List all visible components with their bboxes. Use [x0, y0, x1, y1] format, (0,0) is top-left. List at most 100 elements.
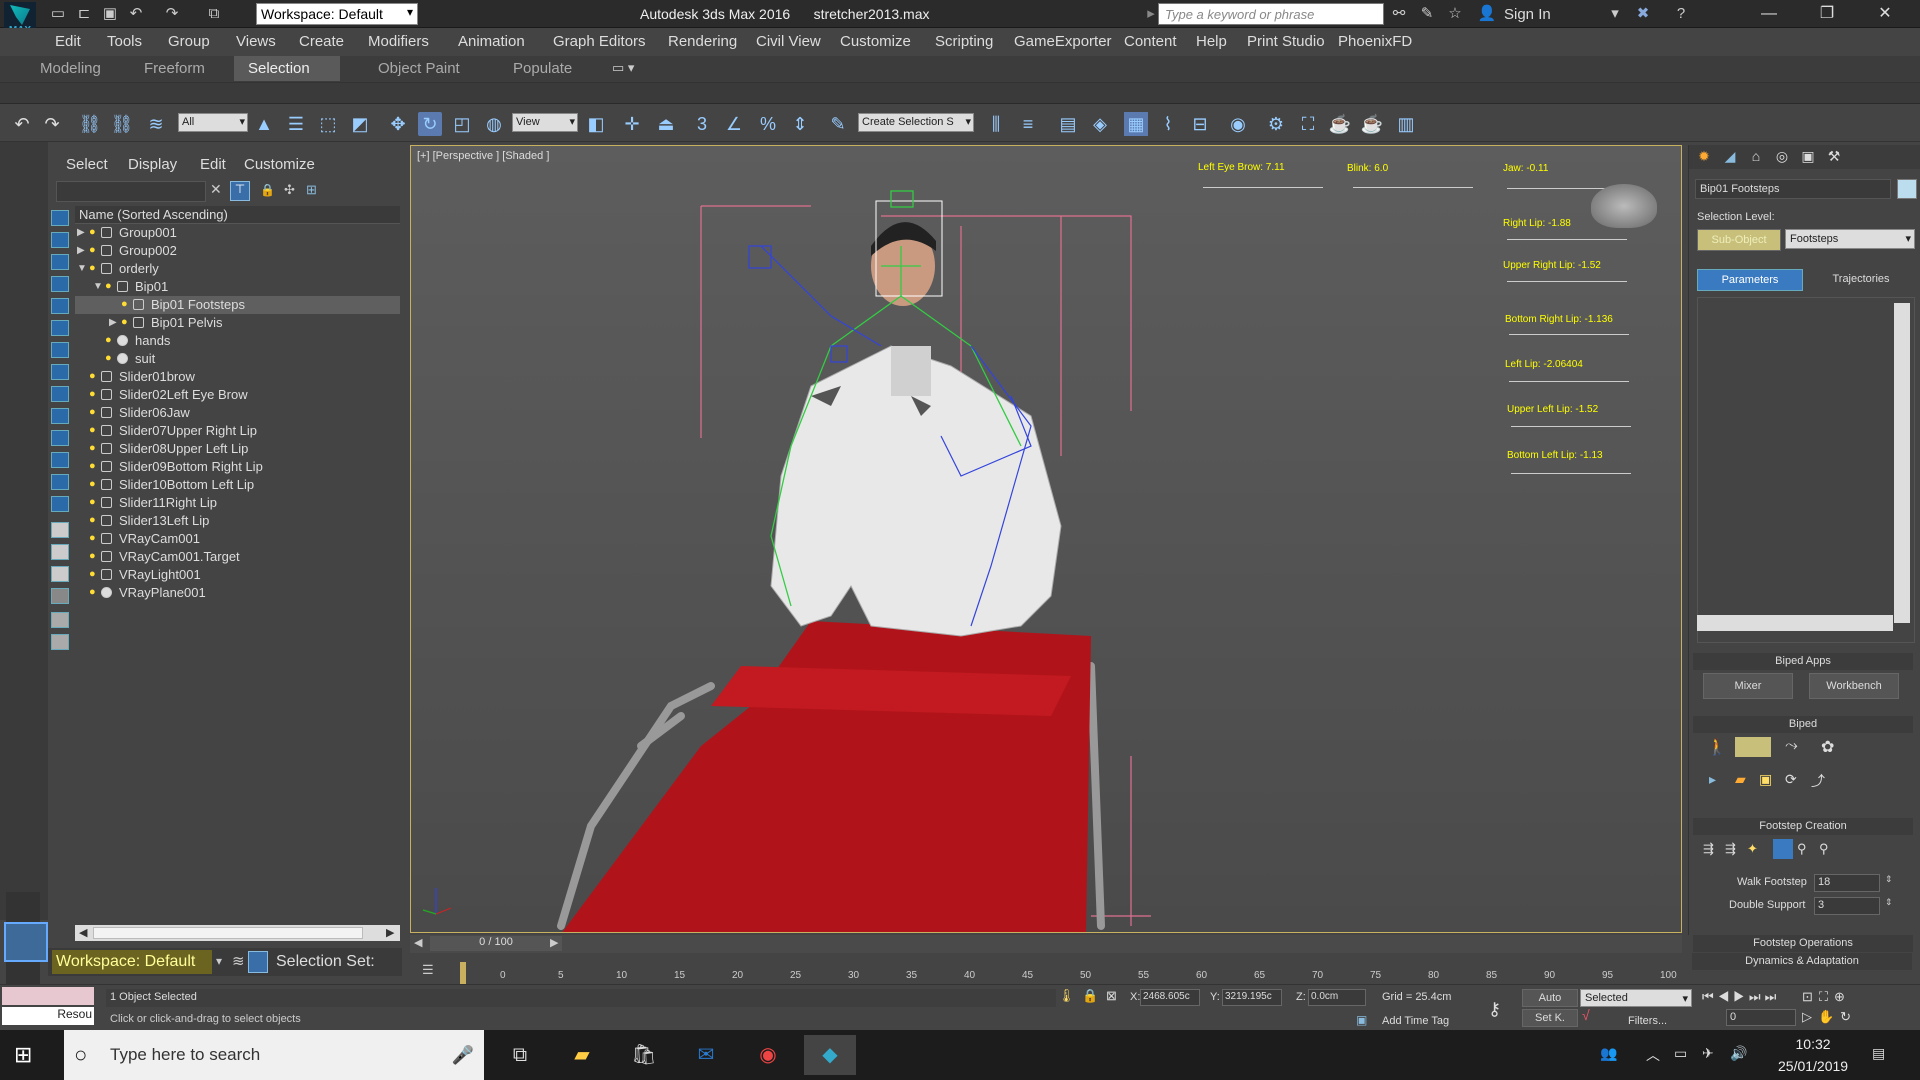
space-warps-filter-icon[interactable] — [51, 386, 69, 402]
scene-list-item[interactable]: ▼ ● orderly — [75, 260, 400, 278]
network-icon[interactable]: ✈ — [1702, 1045, 1714, 1062]
set-key-icon[interactable]: ⚷ — [1488, 999, 1501, 1020]
perspective-viewport[interactable]: [+] [Perspective ] [Shaded ] Left Eye Br… — [410, 145, 1682, 933]
pivot-point-center-icon[interactable]: ◧ — [584, 112, 608, 136]
link-icon[interactable]: ⛓ — [78, 112, 102, 136]
visibility-bulb-icon[interactable]: ● — [89, 406, 97, 418]
layer-explorer-icon[interactable]: ▤ — [1056, 112, 1080, 136]
curve-editor-icon[interactable]: ⌇ — [1156, 112, 1180, 136]
scene-list-item[interactable]: ▼ ● Bip01 — [75, 278, 400, 296]
find-filter-icon[interactable] — [51, 588, 69, 604]
move-all-icon[interactable]: ⤴ — [1811, 771, 1825, 791]
dynamics-adaptation-rollout[interactable]: Dynamics & Adaptation — [1692, 953, 1912, 970]
filter-toggle-icon[interactable]: ⊤ — [230, 181, 250, 201]
current-frame-input[interactable]: 0 — [1726, 1009, 1796, 1026]
ribbon-tab-populate[interactable]: Populate — [499, 56, 586, 81]
workbench-button[interactable]: Workbench — [1809, 673, 1899, 699]
undo-icon[interactable]: ↶ — [126, 4, 146, 24]
menu-group[interactable]: Group — [168, 33, 210, 50]
scene-horizontal-scrollbar[interactable]: ◀ ▶ — [75, 925, 400, 941]
minimize-button[interactable]: — — [1746, 0, 1792, 28]
mini-curve-editor-icon[interactable]: ☰ — [422, 962, 434, 978]
select-by-name-icon[interactable]: ☰ — [284, 112, 308, 136]
expand-toggle-icon[interactable]: ▼ — [93, 278, 103, 296]
xrefs-filter-icon[interactable] — [51, 430, 69, 446]
groups-filter-icon[interactable] — [51, 408, 69, 424]
scene-menu-customize[interactable]: Customize — [244, 156, 315, 173]
display-tab-icon[interactable]: ▣ — [1797, 148, 1819, 166]
menu-print-studio[interactable]: Print Studio — [1247, 33, 1325, 50]
mixer-button[interactable]: Mixer — [1703, 673, 1793, 699]
object-name-field[interactable]: Bip01 Footsteps — [1695, 179, 1891, 199]
select-manipulate-icon[interactable]: ✛ — [620, 112, 644, 136]
scroll-left-icon[interactable]: ◀ — [79, 926, 87, 939]
double-support-input[interactable]: 3 — [1814, 897, 1880, 915]
absolute-mode-icon[interactable]: ⊠ — [1106, 988, 1117, 1004]
scene-list-item[interactable]: ● Slider11Right Lip — [75, 494, 400, 512]
walk-footstep-spinner[interactable]: ⇕ — [1885, 874, 1893, 885]
hierarchy-tab-icon[interactable]: ⌂ — [1745, 148, 1767, 166]
scene-list-item[interactable]: ● Slider10Bottom Left Lip — [75, 476, 400, 494]
viewport-pan-orbit-controls[interactable]: ▷✋↻ — [1802, 1009, 1857, 1025]
scene-list-item[interactable]: ▶ ● Group001 — [75, 224, 400, 242]
menu-modifiers[interactable]: Modifiers — [368, 33, 429, 50]
convert-icon[interactable]: ⟳ — [1785, 771, 1797, 788]
motion-flow-mode-icon[interactable]: ⤳ — [1785, 737, 1798, 755]
scene-menu-edit[interactable]: Edit — [200, 156, 226, 173]
windows-start-icon[interactable]: ⊞ — [14, 1042, 32, 1068]
selection-lock-icon[interactable]: 🔒 — [1082, 988, 1098, 1004]
scene-list-item[interactable]: ● Slider07Upper Right Lip — [75, 422, 400, 440]
menu-gameexporter[interactable]: GameExporter — [1014, 33, 1112, 50]
outlook-icon[interactable]: ✉ — [680, 1035, 732, 1075]
slider-bottom-left-lip-track[interactable] — [1511, 473, 1631, 474]
double-support-spinner[interactable]: ⇕ — [1885, 897, 1893, 908]
visibility-bulb-icon[interactable]: ● — [89, 514, 97, 526]
keyboard-shortcut-toggle-icon[interactable]: ⏏ — [654, 112, 678, 136]
menu-create[interactable]: Create — [299, 33, 344, 50]
scene-list-item[interactable]: ● Slider08Upper Left Lip — [75, 440, 400, 458]
live-filter-icon[interactable] — [51, 566, 69, 582]
motion-tab-icon[interactable]: ◎ — [1771, 148, 1793, 166]
frozen-filter-icon[interactable] — [51, 496, 69, 512]
parameters-vertical-scrollbar[interactable] — [1894, 303, 1910, 623]
scene-list-item[interactable]: ● Slider09Bottom Right Lip — [75, 458, 400, 476]
visibility-bulb-icon[interactable]: ● — [89, 442, 97, 454]
scene-list-item[interactable]: ▶ ● Group002 — [75, 242, 400, 260]
workspace-selector[interactable]: Workspace: Default — [52, 950, 212, 974]
walk-footstep-input[interactable]: 18 — [1814, 874, 1880, 892]
battery-icon[interactable]: ▭ — [1674, 1045, 1687, 1062]
action-center-icon[interactable]: ▤ — [1872, 1045, 1885, 1062]
lock-icon[interactable]: 🔒 — [260, 183, 275, 197]
object-color-swatch[interactable] — [1897, 179, 1917, 199]
visibility-bulb-icon[interactable]: ● — [89, 550, 97, 562]
hidden-filter-icon[interactable] — [51, 522, 69, 538]
ribbon-tab-object-paint[interactable]: Object Paint — [364, 56, 474, 81]
display-all-icon[interactable] — [51, 232, 69, 248]
last-result-icon[interactable] — [51, 544, 69, 560]
auto-key-button[interactable]: Auto — [1522, 989, 1578, 1007]
parameters-horizontal-scrollbar[interactable] — [1697, 615, 1893, 631]
visibility-bulb-icon[interactable]: ● — [89, 424, 97, 436]
help-icon[interactable]: ? — [1670, 4, 1692, 24]
y-coord-input[interactable]: 3219.195c — [1222, 989, 1282, 1006]
taskbar-search-input[interactable]: ○ Type here to search 🎤 — [64, 1030, 484, 1080]
ribbon-tab-modeling[interactable]: Modeling — [26, 56, 115, 81]
chrome-icon[interactable]: ◉ — [742, 1035, 794, 1075]
expand-toggle-icon[interactable]: ▶ — [109, 314, 117, 332]
new-file-icon[interactable]: ▭ — [48, 4, 68, 24]
selection-filter-dropdown[interactable]: All — [178, 113, 248, 132]
menu-graph-editors[interactable]: Graph Editors — [553, 33, 646, 50]
select-scale-icon[interactable]: ◰ — [450, 112, 474, 136]
redo-icon[interactable]: ↷ — [162, 4, 182, 24]
render-in-cloud-icon[interactable]: ▥ — [1394, 112, 1418, 136]
menu-scripting[interactable]: Scripting — [935, 33, 993, 50]
scrollbar-thumb[interactable] — [93, 927, 363, 939]
scene-list-item[interactable]: ● VRayCam001.Target — [75, 548, 400, 566]
bind-space-warp-icon[interactable]: ≋ — [144, 112, 168, 136]
slider-upper-left-lip-track[interactable] — [1511, 426, 1631, 427]
load-file-icon[interactable]: ▸ — [1709, 771, 1716, 788]
save-file-icon[interactable]: ▣ — [1759, 771, 1772, 788]
render-iterative-icon[interactable]: ☕ — [1360, 112, 1384, 136]
visibility-bulb-icon[interactable]: ● — [89, 460, 97, 472]
x-coord-input[interactable]: 2468.605c — [1140, 989, 1200, 1006]
